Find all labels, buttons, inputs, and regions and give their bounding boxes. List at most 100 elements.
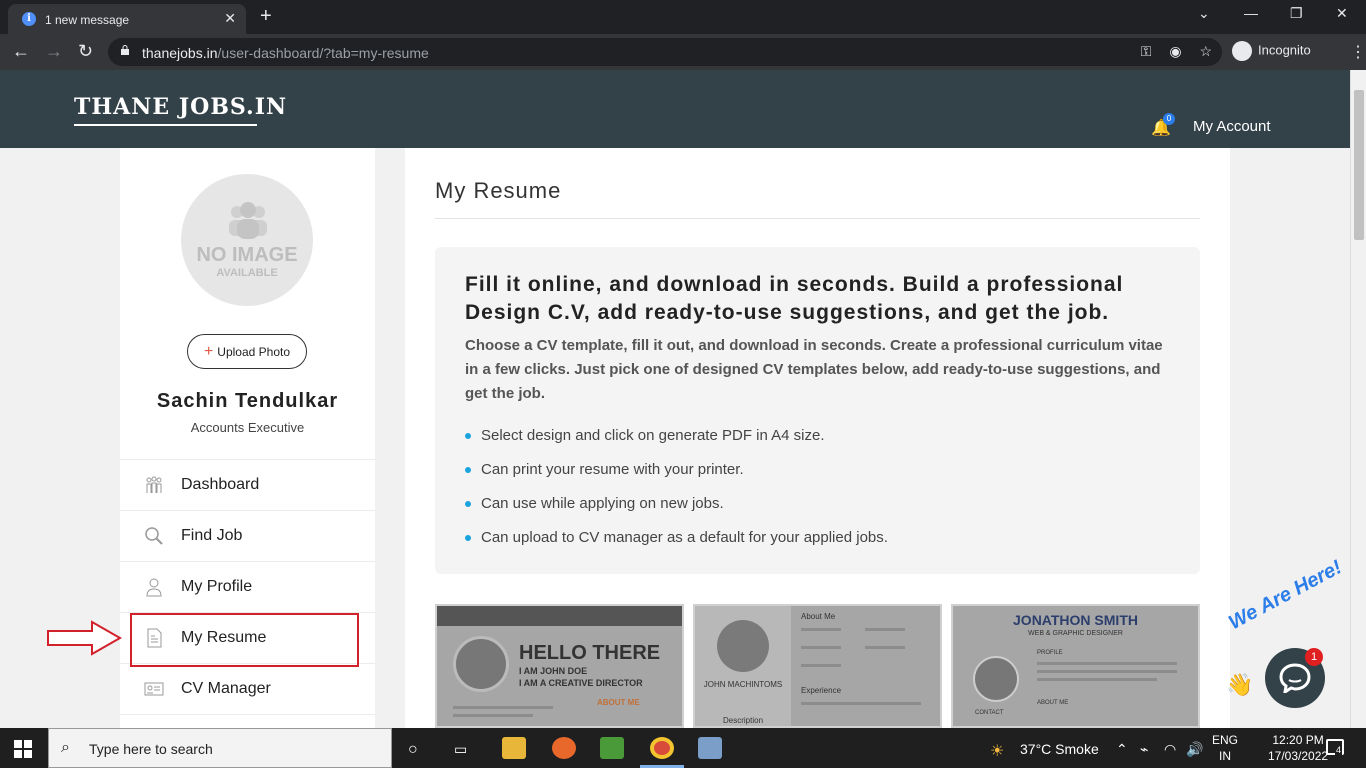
chevron-up-icon[interactable]: ⌃ — [1116, 741, 1128, 758]
page-scrollbar[interactable] — [1350, 70, 1366, 728]
language-indicator[interactable]: ENG IN — [1212, 732, 1238, 764]
task-view-icon[interactable]: ▭ — [454, 741, 467, 758]
wifi-icon[interactable]: ◠ — [1164, 741, 1176, 758]
template-section: ABOUT ME — [1037, 700, 1069, 706]
list-item: Can use while applying on new jobs. — [465, 495, 888, 515]
template-section: About Me — [801, 612, 836, 621]
info-panel: Fill it online, and download in seconds.… — [435, 247, 1200, 574]
list-item: Can upload to CV manager as a default fo… — [465, 529, 888, 549]
chrome-icon[interactable] — [650, 737, 674, 759]
scrollbar-thumb[interactable] — [1354, 90, 1364, 240]
sidebar-item-find-job[interactable]: Find Job — [120, 510, 375, 561]
screen: i 1 new message ✕ + ⌄ — ❐ ✕ ← → ↻ thanej… — [0, 0, 1366, 768]
windows-taskbar: ⌕ Type here to search ○ ▭ ☀ 37°C Smoke ⌃… — [0, 728, 1366, 768]
template-line: I AM A CREATIVE DIRECTOR — [519, 678, 643, 688]
browser-tab-bar: i 1 new message ✕ + ⌄ — ❐ ✕ — [0, 0, 1366, 34]
incognito-indicator[interactable]: Incognito — [1232, 41, 1311, 61]
template-text-line — [801, 702, 921, 705]
minimize-button[interactable]: — — [1244, 5, 1258, 21]
lock-icon — [121, 45, 129, 55]
template-section: CONTACT — [975, 710, 1004, 716]
template-section: Experience — [801, 686, 842, 695]
waving-hand-icon: 👋 — [1226, 672, 1254, 697]
network-icon[interactable]: ⌁ — [1140, 741, 1148, 758]
search-icon — [145, 527, 163, 545]
template-headline: HELLO THERE — [519, 642, 661, 664]
template-text-line — [801, 646, 841, 649]
user-role: Accounts Executive — [190, 420, 305, 435]
template-card[interactable]: HELLO THERE I AM JOHN DOE I AM A CREATIV… — [435, 604, 684, 728]
cortana-icon[interactable]: ○ — [408, 741, 418, 759]
notification-bell-icon[interactable]: 🔔 0 — [1151, 113, 1175, 138]
eye-off-icon[interactable]: ◉ — [1169, 43, 1181, 59]
site-header: THANE JOBS.IN 🔔 0 My Account — [0, 70, 1350, 148]
address-bar[interactable]: thanejobs.in/user-dashboard/?tab=my-resu… — [108, 38, 1222, 66]
back-icon[interactable]: ← — [12, 41, 30, 62]
template-card[interactable]: JONATHON SMITH WEB & GRAPHIC DESIGNER PR… — [951, 604, 1200, 728]
taskbar-search-placeholder: Type here to search — [89, 741, 213, 757]
my-account-link[interactable]: My Account — [1193, 118, 1271, 135]
user-name: Sachin Tendulkar — [156, 390, 339, 412]
people-placeholder-icon — [229, 202, 267, 239]
template-text-line — [453, 706, 553, 709]
template-text-line — [1037, 670, 1177, 673]
incognito-icon — [1232, 41, 1252, 61]
template-text-line — [801, 664, 841, 667]
reload-icon[interactable]: ↻ — [78, 41, 93, 62]
notification-center-icon[interactable]: 4 — [1326, 739, 1344, 755]
tab-search-icon[interactable]: ⌄ — [1198, 5, 1210, 22]
template-section: PROFILE — [1037, 650, 1063, 656]
people-icon — [146, 476, 162, 493]
volume-icon[interactable]: 🔊 — [1186, 741, 1203, 758]
browser-menu-icon[interactable]: ⋮ — [1350, 42, 1366, 62]
browser-tab[interactable]: i 1 new message ✕ — [8, 4, 246, 34]
plus-icon: + — [203, 343, 214, 360]
sidebar-item-dashboard[interactable]: Dashboard — [120, 459, 375, 510]
logo-underline — [74, 124, 257, 126]
template-card[interactable]: JOHN MACHINTOMS About Me Experience Desc… — [693, 604, 942, 728]
no-image-text: NO IMAGE AVAILABLE — [196, 244, 298, 279]
weather-text[interactable]: 37°C Smoke — [1020, 741, 1099, 757]
divider — [435, 218, 1200, 219]
template-photo — [453, 636, 509, 692]
tab-close-icon[interactable]: ✕ — [224, 10, 236, 27]
windows-start-icon[interactable] — [14, 740, 32, 758]
template-text-line — [453, 714, 533, 717]
close-window-button[interactable]: ✕ — [1336, 5, 1348, 22]
chat-label: We Are Here! — [1225, 556, 1346, 635]
template-header-band — [437, 606, 682, 626]
omnibox-icons: ⚿ ◉ ☆ — [1127, 43, 1212, 60]
template-name: JOHN MACHINTOMS — [703, 680, 783, 689]
template-text-line — [865, 646, 905, 649]
site-logo[interactable]: THANE JOBS.IN — [74, 94, 287, 126]
browser-toolbar: ← → ↻ thanejobs.in/user-dashboard/?tab=m… — [0, 34, 1366, 70]
chat-badge: 1 — [1305, 648, 1323, 666]
upload-photo-button[interactable]: + Upload Photo — [187, 334, 307, 369]
file-explorer-icon[interactable] — [502, 737, 526, 759]
firefox-icon[interactable] — [552, 737, 576, 759]
template-gallery: HELLO THERE I AM JOHN DOE I AM A CREATIV… — [435, 604, 1200, 728]
key-icon[interactable]: ⚿ — [1141, 43, 1152, 59]
info-heading: Fill it online, and download in seconds.… — [465, 273, 1124, 324]
forward-icon[interactable]: → — [45, 41, 63, 62]
page-title: My Resume — [435, 178, 562, 203]
user-icon — [146, 578, 162, 597]
taskbar-search[interactable]: ⌕ Type here to search — [48, 728, 392, 768]
sidebar-item-my-profile[interactable]: My Profile — [120, 561, 375, 612]
spreadsheet-icon[interactable] — [600, 737, 624, 759]
id-card-icon — [144, 682, 164, 696]
star-icon[interactable]: ☆ — [1199, 43, 1212, 59]
template-photo — [717, 620, 769, 672]
template-text-line — [1037, 678, 1157, 681]
template-line: I AM JOHN DOE — [519, 666, 588, 676]
template-section: ABOUT ME — [597, 698, 640, 707]
paint-icon[interactable] — [698, 737, 722, 759]
info-icon: i — [22, 12, 36, 26]
feature-list: Select design and click on generate PDF … — [465, 427, 888, 563]
template-text-line — [801, 628, 841, 631]
chat-button[interactable]: 1 — [1265, 648, 1325, 708]
sidebar-item-cv-manager[interactable]: CV Manager — [120, 663, 375, 714]
new-tab-button[interactable]: + — [260, 5, 272, 28]
restore-button[interactable]: ❐ — [1290, 5, 1303, 22]
clock[interactable]: 12:20 PM 17/03/2022 — [1268, 732, 1328, 764]
